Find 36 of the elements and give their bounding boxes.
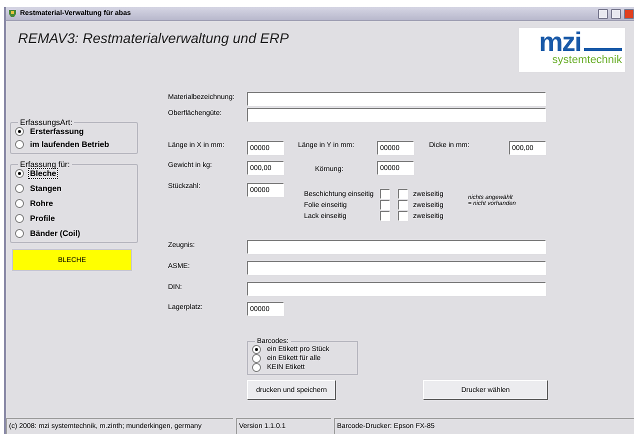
app-icon: [8, 9, 17, 18]
radio-label: Bänder (Coil): [29, 229, 82, 238]
input-field[interactable]: [247, 108, 546, 122]
input-field[interactable]: [247, 92, 546, 106]
group-label: Erfassung für:: [19, 160, 71, 169]
checkbox[interactable]: [380, 200, 390, 210]
checkbox[interactable]: [380, 211, 390, 221]
radio-label: Bleche: [29, 169, 58, 178]
radio-button[interactable]: [15, 140, 24, 149]
radio-button[interactable]: [15, 229, 24, 238]
close-button[interactable]: [624, 8, 634, 18]
radio-button[interactable]: [252, 354, 261, 363]
maximize-button[interactable]: [611, 8, 621, 18]
logo: mzi systemtechnik: [519, 28, 625, 72]
input-field[interactable]: [247, 240, 546, 254]
checkbox[interactable]: [398, 200, 408, 210]
checkbox[interactable]: [398, 189, 408, 199]
group-label: ErfassungsArt:: [19, 118, 74, 127]
radio-label: Ersterfassung: [29, 127, 85, 136]
radio-label: im laufenden Betrieb: [29, 140, 110, 149]
radio-button[interactable]: [15, 214, 24, 223]
radio-button[interactable]: [15, 199, 24, 208]
radio-label: Profile: [29, 214, 56, 223]
input-field[interactable]: [247, 282, 546, 296]
input-field[interactable]: [247, 261, 546, 275]
radio-button[interactable]: [15, 184, 24, 193]
minimize-button[interactable]: [598, 8, 608, 18]
checkbox[interactable]: [380, 189, 390, 199]
radio-button[interactable]: [252, 345, 261, 354]
app-title: REMAV3: Restmaterialverwaltung und ERP: [18, 29, 289, 46]
radio-label: Stangen: [29, 184, 63, 193]
radio-label: Rohre: [29, 199, 54, 208]
radio-button[interactable]: [15, 169, 24, 178]
radio-button[interactable]: [15, 127, 24, 136]
checkbox[interactable]: [398, 211, 408, 221]
radio-button[interactable]: [252, 363, 261, 372]
